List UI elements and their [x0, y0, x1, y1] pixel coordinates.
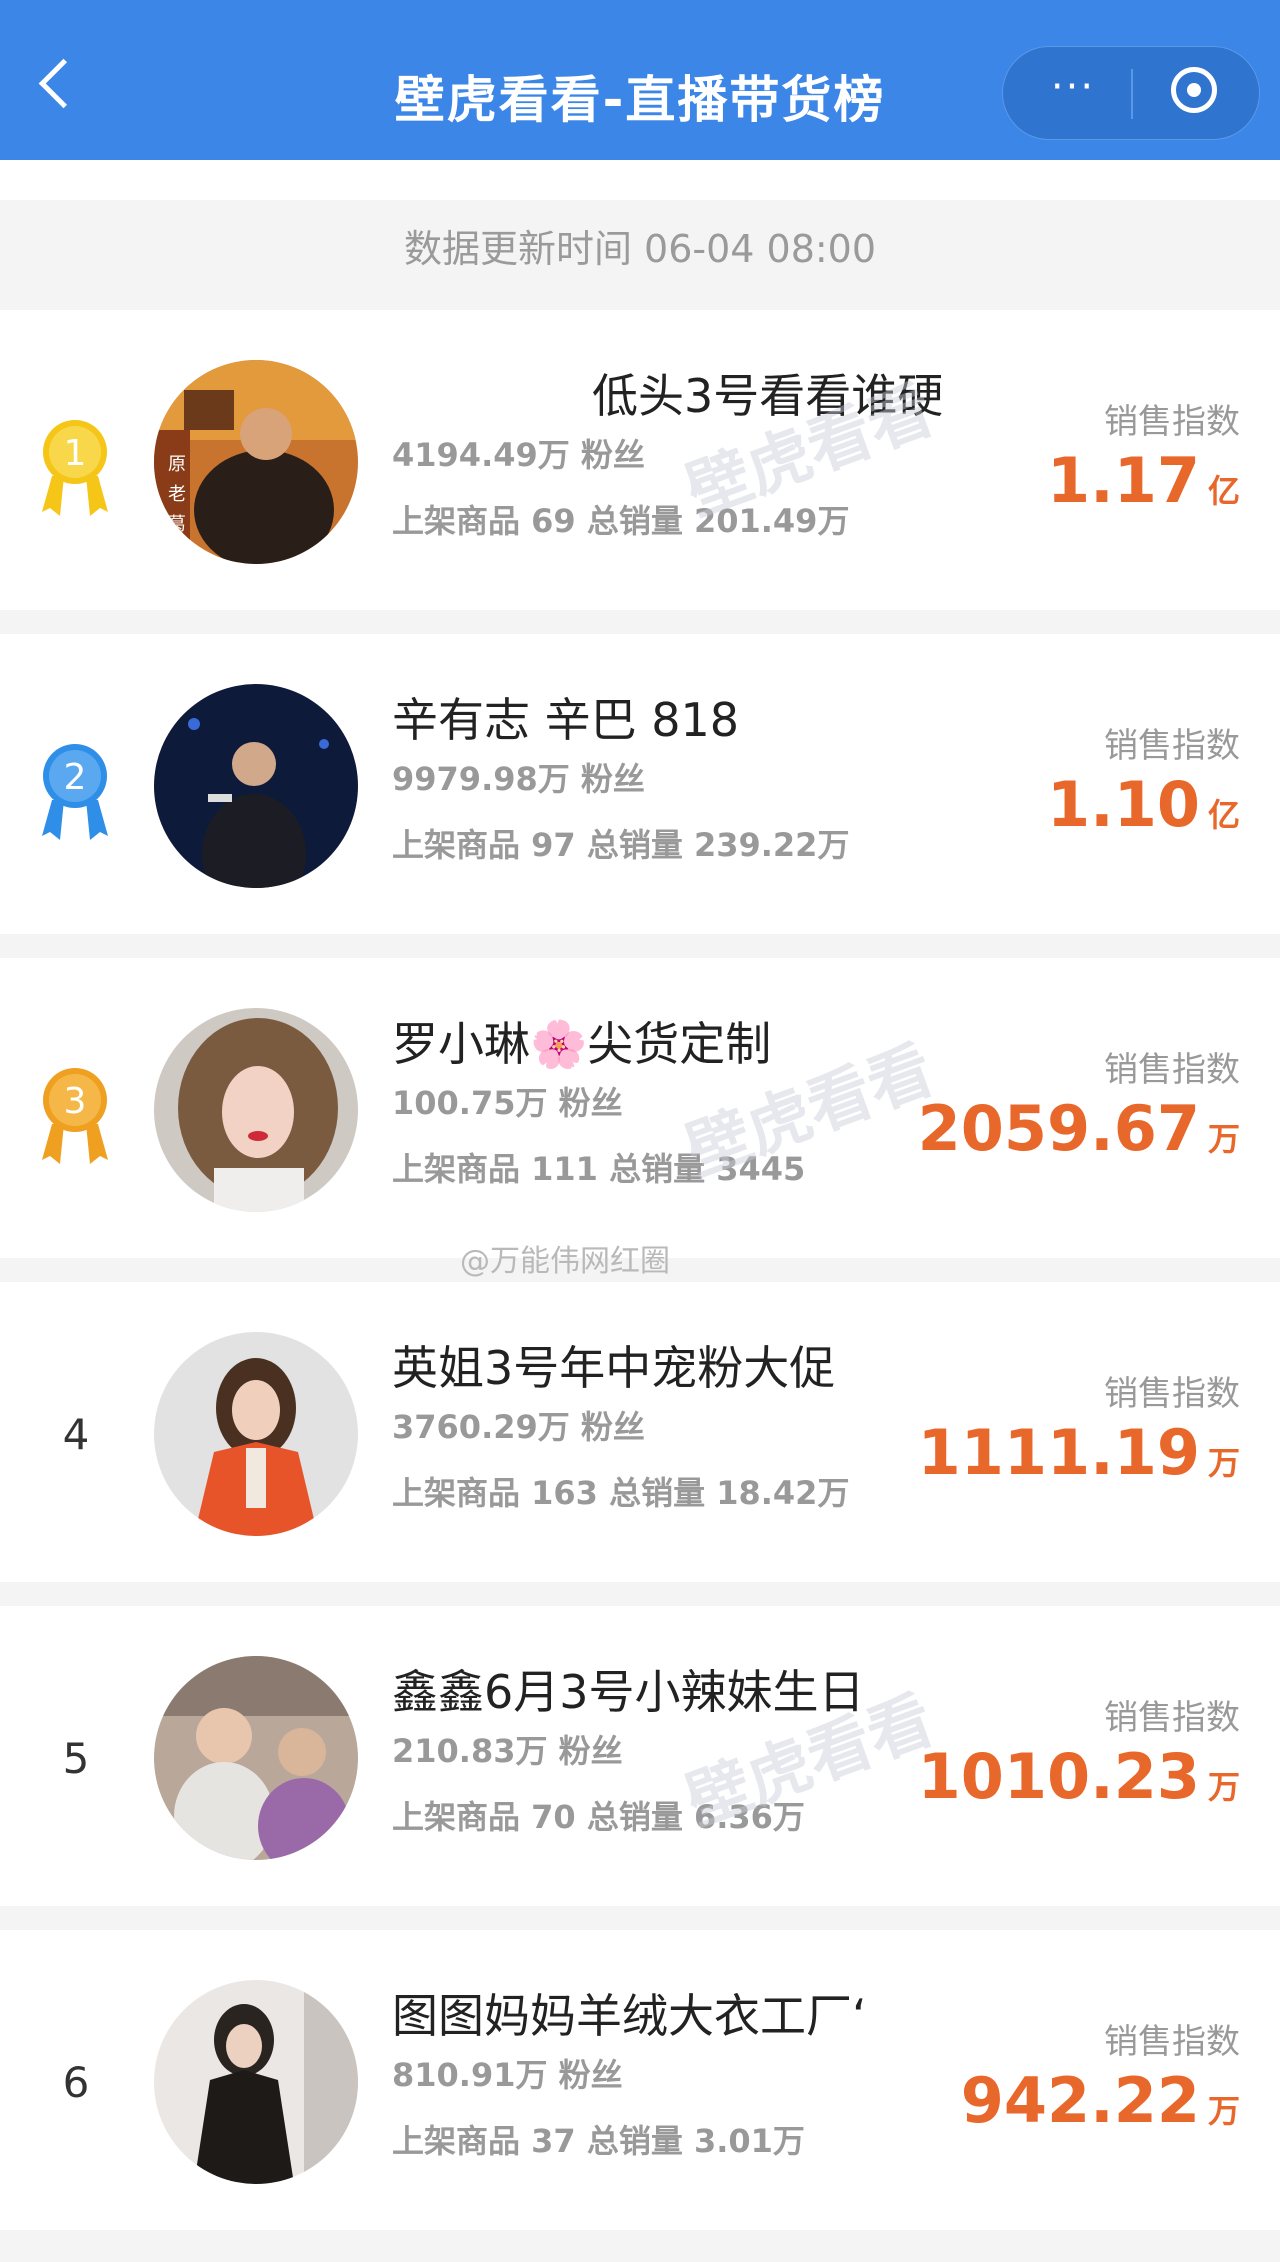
product-stats: 上架商品 97 总销量 239.22万: [392, 826, 850, 864]
svg-text:1: 1: [64, 433, 87, 474]
ranking-card[interactable]: 3 罗小琳🌸尖货定制 100.75万 粉丝 上架商品 111 总销量 3445 …: [0, 958, 1280, 1258]
streamer-name: 辛有志 辛巴 818: [392, 693, 740, 747]
svg-text:2: 2: [64, 757, 87, 798]
nav-bar: 壁虎看看-直播带货榜 ···: [0, 0, 1280, 160]
sales-index-label: 销售指数: [1104, 1374, 1240, 1414]
sales-index-value: 2059.67 万: [917, 1092, 1240, 1165]
update-time-bar: 数据更新时间 06-04 08:00: [0, 200, 1280, 298]
ranking-card[interactable]: 4 英姐3号年中宠粉大促 3760.29万 粉丝 上架商品 163 总销量 18…: [0, 1282, 1280, 1582]
streamer-name: 图图妈妈羊绒大衣工厂‘: [392, 1989, 867, 2043]
streamer-name: 英姐3号年中宠粉大促: [392, 1341, 836, 1395]
rank-number: 6: [62, 2058, 90, 2107]
capsule-divider: [1131, 69, 1133, 119]
fan-count: 810.91万 粉丝: [392, 2056, 623, 2094]
fan-count: 100.75万 粉丝: [392, 1084, 623, 1122]
avatar: [154, 1980, 358, 2184]
svg-text:老: 老: [168, 484, 186, 505]
sales-index-value: 1.17 亿: [1047, 444, 1240, 517]
ranking-card[interactable]: 2 辛有志 辛巴 818 9979.98万 粉丝 上架商品 97 总销量 239…: [0, 634, 1280, 934]
sales-index-label: 销售指数: [1104, 726, 1240, 766]
avatar: [154, 1656, 358, 1860]
fan-count: 3760.29万 粉丝: [392, 1408, 645, 1446]
product-stats: 上架商品 163 总销量 18.42万: [392, 1474, 850, 1512]
ranking-card[interactable]: 6 图图妈妈羊绒大衣工厂‘ 810.91万 粉丝 上架商品 37 总销量 3.0…: [0, 1930, 1280, 2230]
avatar: [154, 684, 358, 888]
streamer-name: 低头3号看看谁硬: [592, 369, 944, 423]
svg-text:葛: 葛: [168, 514, 186, 535]
ranking-card[interactable]: 1 原 老 葛 低头3号看看谁硬 4194.49万 粉丝 上架商品 69 总销量…: [0, 310, 1280, 610]
avatar: [154, 1332, 358, 1536]
sales-index-label: 销售指数: [1104, 1698, 1240, 1738]
fan-count: 210.83万 粉丝: [392, 1732, 623, 1770]
bronze-medal-icon: 3: [42, 1068, 108, 1164]
product-stats: 上架商品 70 总销量 6.36万: [392, 1798, 805, 1836]
more-dots-icon[interactable]: ···: [1043, 67, 1103, 111]
svg-text:原: 原: [168, 454, 186, 475]
ranking-card[interactable]: 5 鑫鑫6月3号小辣妹生日 210.83万 粉丝 上架商品 70 总销量 6.3…: [0, 1606, 1280, 1906]
miniprogram-capsule: ···: [1002, 46, 1260, 140]
sales-index-value: 1111.19 万: [917, 1416, 1240, 1489]
fan-count: 4194.49万 粉丝: [392, 436, 645, 474]
sales-index-label: 销售指数: [1104, 2022, 1240, 2062]
product-stats: 上架商品 37 总销量 3.01万: [392, 2122, 805, 2160]
streamer-name: 罗小琳🌸尖货定制: [392, 1017, 772, 1071]
sales-index-value: 942.22 万: [960, 2064, 1240, 2137]
gold-medal-icon: 1: [42, 420, 108, 516]
product-stats: 上架商品 69 总销量 201.49万: [392, 502, 850, 540]
rank-number: 5: [62, 1734, 90, 1783]
fan-count: 9979.98万 粉丝: [392, 760, 645, 798]
rank-number: 4: [62, 1410, 90, 1459]
sales-index-value: 1010.23 万: [917, 1740, 1240, 1813]
sales-index-label: 销售指数: [1104, 402, 1240, 442]
avatar: 原 老 葛: [154, 360, 358, 564]
sales-index-label: 销售指数: [1104, 1050, 1240, 1090]
svg-text:3: 3: [64, 1081, 87, 1122]
streamer-name: 鑫鑫6月3号小辣妹生日: [392, 1665, 865, 1719]
sales-index-value: 1.10 亿: [1047, 768, 1240, 841]
avatar: [154, 1008, 358, 1212]
product-stats: 上架商品 111 总销量 3445: [392, 1150, 806, 1188]
blue-medal-icon: 2: [42, 744, 108, 840]
header-spacer: [0, 160, 1280, 200]
social-watermark: @万能伟网红圈: [460, 1244, 670, 1279]
close-target-icon[interactable]: [1171, 67, 1217, 113]
